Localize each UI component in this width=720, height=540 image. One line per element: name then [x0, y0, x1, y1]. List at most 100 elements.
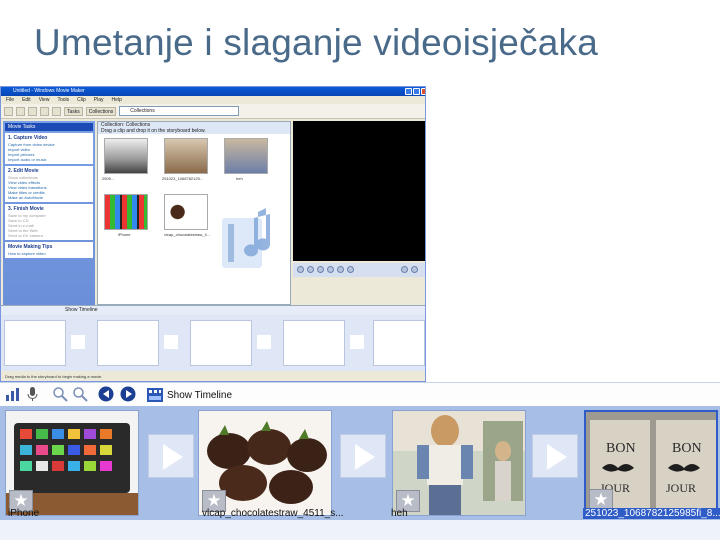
transition-slot[interactable]: [340, 434, 386, 478]
tasks-header: Movie Tasks: [5, 123, 93, 131]
storyboard-clip[interactable]: ★: [198, 410, 332, 516]
task-section-edit: 2. Edit Movie Show collections View vide…: [5, 166, 93, 202]
menu-edit[interactable]: Edit: [22, 96, 31, 104]
show-timeline-label: Show Timeline: [167, 389, 233, 401]
storyboard-scroll-area[interactable]: [0, 520, 720, 540]
menu-view[interactable]: View: [39, 96, 50, 104]
rewind-icon[interactable]: [317, 266, 324, 273]
microphone-icon[interactable]: [24, 386, 40, 402]
snapshot-icon[interactable]: [411, 266, 418, 273]
collections-combo[interactable]: Collections: [119, 106, 240, 116]
collection-clip-thumbnail[interactable]: [224, 138, 268, 174]
transition-arrow-icon: [163, 444, 183, 470]
clip-caption-selected: 251023_1068782125985fi_8...: [583, 508, 720, 519]
close-button[interactable]: [421, 88, 425, 95]
storyboard-clip-selected[interactable]: BON BON JOUR JOUR ★: [584, 410, 718, 516]
task-section-title[interactable]: 1. Capture Video: [8, 134, 90, 142]
previous-frame-icon[interactable]: [327, 266, 334, 273]
collection-header: Collection: Collections Drag a clip and …: [98, 122, 290, 134]
collection-clip-label: heh: [236, 176, 243, 181]
task-link[interactable]: Make an AutoMovie: [8, 195, 90, 200]
transition-slot[interactable]: [532, 434, 578, 478]
storyboard-clip[interactable]: ★: [392, 410, 526, 516]
clip-caption: vlcap_chocolatestraw_4511_s...: [202, 508, 344, 519]
slide-title: Umetanje i slaganje videoisječaka: [34, 22, 598, 63]
set-audio-levels-icon[interactable]: [4, 386, 20, 402]
task-section-title[interactable]: 3. Finish Movie: [8, 205, 90, 213]
task-section-capture: 1. Capture Video Capture from video devi…: [5, 133, 93, 164]
mini-storyboard-slot[interactable]: [190, 320, 252, 366]
preview-monitor: [293, 121, 425, 261]
menu-play[interactable]: Play: [94, 96, 104, 104]
mini-storyboard-toolbar: Show Timeline: [1, 305, 425, 315]
menu-help[interactable]: Help: [111, 96, 121, 104]
mini-transition-slot[interactable]: [350, 335, 364, 349]
show-timeline-button[interactable]: Show Timeline: [147, 386, 232, 404]
mini-storyboard-slot[interactable]: [97, 320, 159, 366]
collection-clip-thumbnail[interactable]: [104, 194, 148, 230]
collection-pane: Collection: Collections Drag a clip and …: [97, 121, 291, 305]
play-icon[interactable]: [297, 266, 304, 273]
zoom-out-icon[interactable]: [72, 386, 88, 402]
collection-clip-label: 2509...: [102, 176, 115, 181]
collection-clip-thumbnail[interactable]: [164, 194, 208, 230]
storyboard-clip[interactable]: ★: [5, 410, 139, 516]
split-icon[interactable]: [401, 266, 408, 273]
transition-arrow-icon: [547, 444, 567, 470]
transition-arrow-icon: [355, 444, 375, 470]
tasks-button[interactable]: Tasks: [64, 106, 83, 116]
mini-storyboard-slot[interactable]: [4, 320, 66, 366]
collection-clip-thumbnail[interactable]: [164, 138, 208, 174]
menu-tools[interactable]: Tools: [57, 96, 69, 104]
film-icon: [222, 208, 271, 268]
window-titlebar: Untitled - Windows Movie Maker: [1, 87, 425, 96]
transition-slot[interactable]: [148, 434, 194, 478]
collection-clip-label: 251023_1068782125...: [162, 176, 204, 181]
maximize-button[interactable]: [413, 88, 420, 95]
menu-bar: File Edit View Tools Clip Play Help: [1, 96, 425, 104]
save-project-button[interactable]: [28, 106, 37, 116]
stop-icon[interactable]: [307, 266, 314, 273]
collections-button[interactable]: Collections: [85, 106, 117, 116]
undo-button[interactable]: [40, 106, 49, 116]
task-section-tips: Movie Making Tips How to capture video: [5, 242, 93, 258]
movie-tasks-pane: Movie Tasks 1. Capture Video Capture fro…: [3, 121, 95, 305]
redo-button[interactable]: [52, 106, 61, 116]
task-section-title[interactable]: Movie Making Tips: [8, 243, 90, 251]
task-section-title[interactable]: 2. Edit Movie: [8, 167, 90, 175]
main-toolbar: Tasks Collections Collections: [1, 104, 425, 119]
mini-storyboard-slot[interactable]: [373, 320, 425, 366]
storyboard-toolbar: Show Timeline: [0, 382, 720, 406]
menu-clip[interactable]: Clip: [77, 96, 86, 104]
collection-hint: Drag a clip and drop it on the storyboar…: [101, 128, 206, 134]
storyboard: ★ ★ ★ BON BON JOUR JOUR ★: [0, 406, 720, 520]
fast-forward-icon[interactable]: [347, 266, 354, 273]
mini-transition-slot[interactable]: [257, 335, 271, 349]
rewind-icon[interactable]: [98, 386, 114, 402]
playback-controls: [293, 263, 425, 277]
mini-show-timeline-label[interactable]: Show Timeline: [65, 307, 98, 313]
task-section-finish: 3. Finish Movie Save to my computer Save…: [5, 204, 93, 240]
svg-text:BON: BON: [672, 441, 702, 456]
zoom-in-icon[interactable]: [52, 386, 68, 402]
minimize-button[interactable]: [405, 88, 412, 95]
collection-clip-label: vlcap_chocolatestraw_4...: [164, 232, 211, 237]
new-project-button[interactable]: [4, 106, 13, 116]
window-title: Untitled - Windows Movie Maker: [13, 88, 85, 94]
timeline-icon: [147, 388, 163, 402]
mini-storyboard-slot[interactable]: [283, 320, 345, 366]
task-link[interactable]: Import audio or music: [8, 157, 90, 162]
play-icon[interactable]: [120, 386, 136, 402]
next-frame-icon[interactable]: [337, 266, 344, 273]
mini-storyboard: [1, 315, 425, 371]
svg-text:BON: BON: [606, 441, 636, 456]
clip-caption: heh: [391, 508, 408, 519]
mini-transition-slot[interactable]: [71, 335, 85, 349]
collection-clip-thumbnail[interactable]: [104, 138, 148, 174]
task-link[interactable]: Send to DV camera: [8, 233, 90, 238]
task-link[interactable]: How to capture video: [8, 251, 90, 256]
open-project-button[interactable]: [16, 106, 25, 116]
menu-file[interactable]: File: [6, 96, 14, 104]
mini-transition-slot[interactable]: [164, 335, 178, 349]
clip-caption: iPhone: [8, 508, 40, 519]
